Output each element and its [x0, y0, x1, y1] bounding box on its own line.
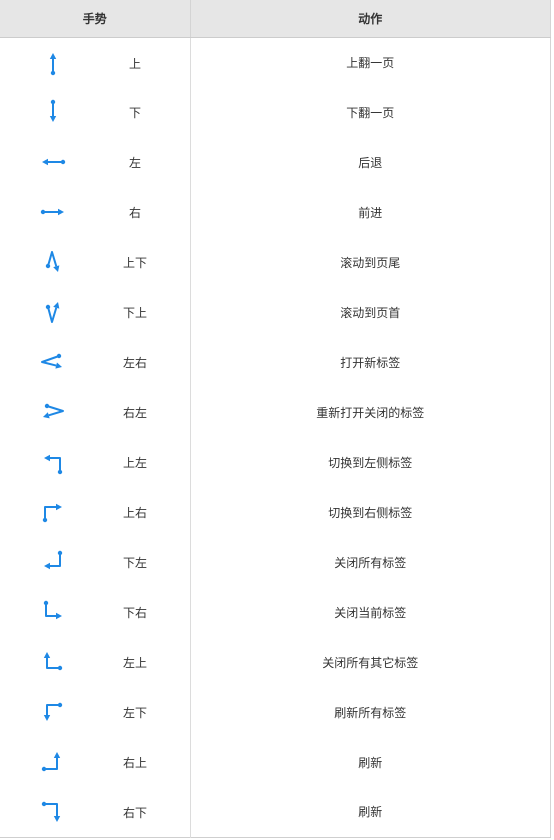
gesture-label: 右下	[122, 806, 147, 820]
table-row: 右下 刷新	[0, 787, 551, 837]
table-row: 上左 切换到左侧标签	[0, 437, 551, 487]
gesture-label: 右左	[122, 406, 147, 420]
gesture-cell: 下右	[0, 587, 191, 637]
table-header-row: 手势 动作	[0, 0, 551, 38]
gesture-down-left-icon	[38, 548, 68, 576]
gesture-right-up-icon	[38, 748, 68, 776]
action-label: 关闭所有其它标签	[322, 655, 419, 670]
action-label: 滚动到页首	[340, 305, 401, 320]
gesture-label: 上	[128, 56, 141, 71]
action-label: 切换到右侧标签	[328, 505, 413, 520]
gesture-label: 左下	[122, 706, 147, 720]
gesture-label: 上左	[122, 456, 147, 470]
gesture-label: 左	[128, 156, 141, 170]
table-row: 下 下翻一页	[0, 87, 551, 137]
gesture-cell: 下上	[0, 287, 191, 337]
gesture-left-up-icon	[38, 648, 68, 676]
table-row: 左下 刷新所有标签	[0, 687, 551, 737]
column-header-action: 动作	[190, 0, 551, 38]
gesture-label: 下左	[122, 556, 147, 570]
action-label: 关闭所有标签	[334, 555, 407, 570]
table-row: 右上 刷新	[0, 737, 551, 787]
action-label: 下翻一页	[346, 105, 395, 120]
action-label: 刷新	[358, 755, 383, 770]
gesture-cell: 右上	[0, 737, 191, 787]
gesture-label: 下右	[122, 606, 147, 620]
arrow-right-icon	[38, 198, 68, 226]
action-label: 滚动到页尾	[340, 255, 401, 270]
gesture-cell: 左下	[0, 687, 191, 737]
gesture-label: 左右	[122, 356, 147, 370]
gesture-label: 下	[128, 106, 141, 120]
action-label: 刷新所有标签	[334, 705, 407, 720]
gesture-cell: 上右	[0, 487, 191, 537]
gesture-up-left-icon	[38, 448, 68, 476]
gesture-cell: 上	[0, 37, 191, 87]
gesture-label: 右	[128, 206, 141, 220]
gesture-cell: 上左	[0, 437, 191, 487]
action-label: 重新打开关闭的标签	[316, 405, 425, 420]
action-label: 前进	[358, 205, 383, 220]
gesture-cell: 左	[0, 137, 191, 187]
gesture-cell: 上下	[0, 237, 191, 287]
gesture-right-left-icon	[38, 398, 68, 426]
action-label: 关闭当前标签	[334, 605, 407, 620]
gesture-down-up-icon	[38, 298, 68, 326]
action-label: 打开新标签	[340, 355, 401, 370]
gesture-right-down-icon	[38, 798, 68, 826]
table-row: 右左 重新打开关闭的标签	[0, 387, 551, 437]
gesture-table: 手势 动作 上 上翻一页 下 下翻一页 左 后退 右 前进 上下 滚动到页尾 下…	[0, 0, 551, 838]
gesture-cell: 左右	[0, 337, 191, 387]
gesture-label: 上下	[122, 256, 147, 270]
table-row: 上下 滚动到页尾	[0, 237, 551, 287]
action-label: 后退	[358, 155, 383, 170]
table-row: 下右 关闭当前标签	[0, 587, 551, 637]
table-row: 上 上翻一页	[0, 37, 551, 87]
table-row: 下左 关闭所有标签	[0, 537, 551, 587]
action-label: 上翻一页	[346, 55, 395, 70]
table-row: 上右 切换到右侧标签	[0, 487, 551, 537]
table-row: 左右 打开新标签	[0, 337, 551, 387]
table-row: 右 前进	[0, 187, 551, 237]
gesture-label: 上右	[122, 506, 147, 520]
gesture-left-right-icon	[38, 348, 68, 376]
table-row: 左上 关闭所有其它标签	[0, 637, 551, 687]
arrow-up-icon	[38, 49, 68, 77]
gesture-cell: 下	[0, 87, 191, 137]
action-label: 刷新	[358, 805, 383, 820]
gesture-down-right-icon	[38, 598, 68, 626]
gesture-label: 右上	[122, 756, 147, 770]
table-row: 下上 滚动到页首	[0, 287, 551, 337]
gesture-cell: 右	[0, 187, 191, 237]
gesture-left-down-icon	[38, 698, 68, 726]
column-header-gesture: 手势	[0, 0, 191, 38]
gesture-label: 左上	[122, 656, 147, 670]
gesture-up-down-icon	[38, 248, 68, 276]
gesture-cell: 右下	[0, 787, 191, 837]
arrow-down-icon	[38, 98, 68, 126]
arrow-left-icon	[38, 148, 68, 176]
gesture-cell: 下左	[0, 537, 191, 587]
gesture-cell: 左上	[0, 637, 191, 687]
gesture-up-right-icon	[38, 498, 68, 526]
action-label: 切换到左侧标签	[328, 455, 413, 470]
gesture-label: 下上	[122, 306, 147, 320]
gesture-cell: 右左	[0, 387, 191, 437]
table-row: 左 后退	[0, 137, 551, 187]
